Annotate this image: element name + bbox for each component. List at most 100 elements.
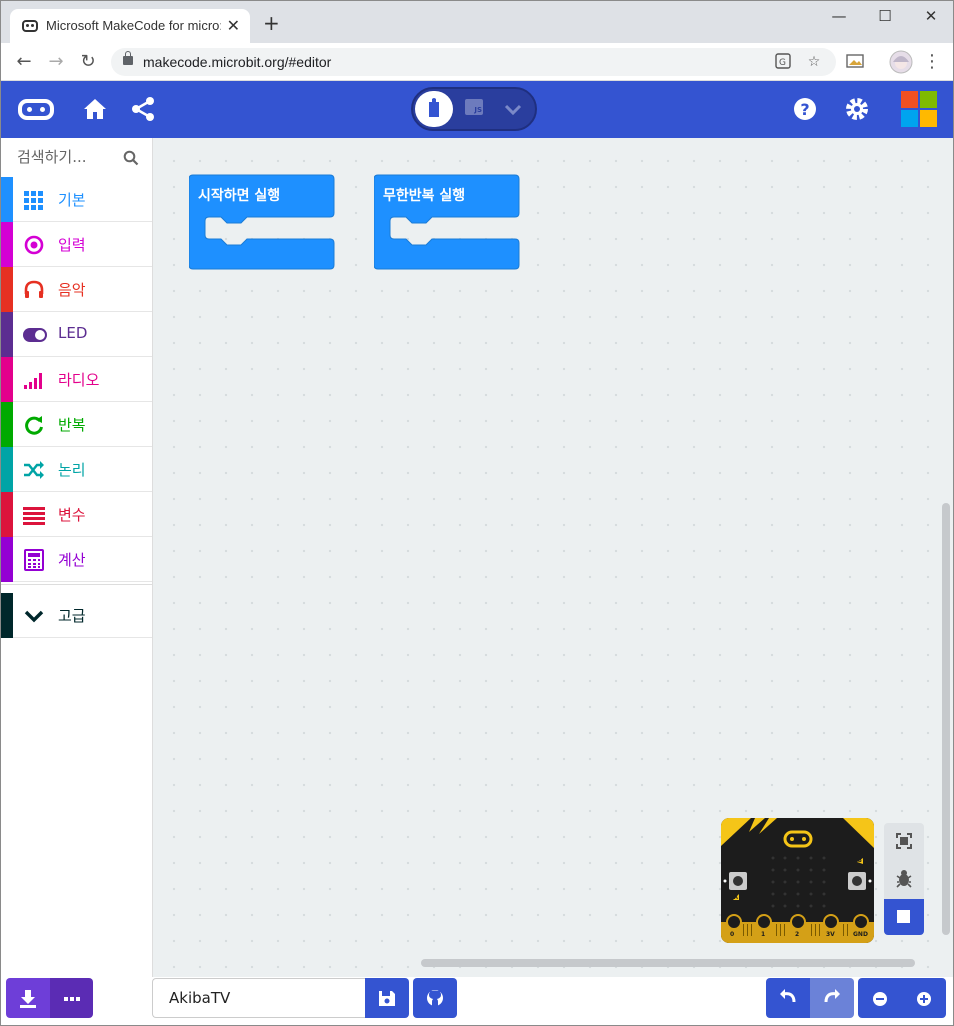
search-input[interactable] xyxy=(17,148,117,166)
browser-menu-icon[interactable]: ⋮ xyxy=(921,51,943,73)
button-b-label: B xyxy=(858,858,862,864)
browser-window: Microsoft MakeCode for micro:bit ✕ + — ☐… xyxy=(0,0,954,1026)
makecode-header: JS ? xyxy=(1,81,953,138)
target-icon xyxy=(24,235,44,255)
microbit-board-icon xyxy=(721,818,874,943)
zoom-out-icon xyxy=(873,992,887,1006)
on-start-block[interactable]: 시작하면 실행 xyxy=(188,174,335,270)
category-advanced[interactable]: 고급 xyxy=(1,593,152,638)
category-led[interactable]: LED xyxy=(1,312,152,357)
button-a-label: A xyxy=(734,895,738,901)
toggle-icon xyxy=(23,328,47,342)
list-icon xyxy=(23,507,45,525)
microsoft-logo-icon[interactable] xyxy=(901,91,937,127)
sidebar-divider xyxy=(1,584,152,588)
close-window-button[interactable]: ✕ xyxy=(908,7,953,27)
url-text: makecode.microbit.org/#editor xyxy=(143,54,332,70)
category-math[interactable]: 계산 xyxy=(1,537,152,582)
reload-button[interactable]: ↻ xyxy=(77,51,99,73)
address-bar[interactable]: makecode.microbit.org/#editor G ☆ xyxy=(111,48,836,76)
redo-button[interactable] xyxy=(810,978,854,1018)
refresh-icon xyxy=(25,416,43,435)
toolbox-sidebar: 기본 입력 음악 LED 라디오 반복 xyxy=(1,138,153,977)
browser-tab[interactable]: Microsoft MakeCode for micro:bit ✕ xyxy=(10,9,250,43)
zoom-in-button[interactable] xyxy=(902,978,946,1018)
category-label: 논리 xyxy=(58,461,86,479)
tab-close-icon[interactable]: ✕ xyxy=(227,16,240,35)
debug-bug-icon[interactable] xyxy=(884,861,924,897)
bottom-bar xyxy=(1,977,953,1025)
category-music[interactable]: 음악 xyxy=(1,267,152,312)
svg-text:?: ? xyxy=(800,100,809,119)
editor-toggle: JS xyxy=(411,87,537,131)
search-icon[interactable] xyxy=(123,150,139,166)
download-icon xyxy=(20,990,36,1008)
block-label: 시작하면 실행 xyxy=(198,188,281,204)
translate-icon[interactable]: G xyxy=(774,53,792,71)
share-icon[interactable] xyxy=(130,96,158,124)
browser-toolbar: ← → ↻ makecode.microbit.org/#editor G ☆ … xyxy=(1,43,953,81)
category-input[interactable]: 입력 xyxy=(1,222,152,267)
help-icon[interactable]: ? xyxy=(792,96,820,124)
more-options-button[interactable] xyxy=(50,978,93,1018)
category-label: 입력 xyxy=(58,236,86,254)
zoom-out-button[interactable] xyxy=(858,978,902,1018)
category-label: 고급 xyxy=(58,607,86,625)
js-icon[interactable]: JS xyxy=(465,99,483,115)
category-basic[interactable]: 기본 xyxy=(1,177,152,222)
workspace-horizontal-scrollbar[interactable] xyxy=(421,959,915,967)
undo-icon xyxy=(780,989,796,1003)
category-label: 라디오 xyxy=(58,371,100,389)
extension-icon[interactable] xyxy=(846,53,864,73)
microbit-favicon-icon xyxy=(22,20,38,32)
category-label: 음악 xyxy=(58,281,86,299)
back-button[interactable]: ← xyxy=(13,51,35,73)
category-logic[interactable]: 논리 xyxy=(1,447,152,492)
maximize-button[interactable]: ☐ xyxy=(862,7,908,27)
pin-label-2: 2 xyxy=(795,931,800,938)
save-button[interactable] xyxy=(365,978,409,1018)
lock-icon xyxy=(123,51,133,65)
category-label: 기본 xyxy=(58,191,86,209)
pin-label-gnd: GND xyxy=(853,931,868,938)
workspace-vertical-scrollbar[interactable] xyxy=(942,503,950,935)
gear-icon[interactable] xyxy=(844,96,872,124)
block-label: 무한반복 실행 xyxy=(383,188,466,204)
pin-label-1: 1 xyxy=(761,931,766,938)
fullscreen-icon[interactable] xyxy=(884,823,924,859)
category-radio[interactable]: 라디오 xyxy=(1,357,152,402)
forever-block[interactable]: 무한반복 실행 xyxy=(373,174,520,270)
github-button[interactable] xyxy=(413,978,457,1018)
minimize-button[interactable]: — xyxy=(816,7,862,27)
browser-titlebar: Microsoft MakeCode for micro:bit ✕ + — ☐… xyxy=(1,1,953,43)
profile-avatar[interactable] xyxy=(889,50,913,78)
signal-icon xyxy=(24,373,42,389)
chevron-down-icon[interactable] xyxy=(503,99,523,123)
redo-icon xyxy=(824,989,840,1003)
category-label: 반복 xyxy=(58,416,86,434)
category-label: LED xyxy=(58,324,88,342)
shuffle-icon xyxy=(24,461,44,479)
microbit-simulator[interactable]: 0 1 2 3V GND A B xyxy=(721,818,874,943)
calculator-icon xyxy=(24,549,44,571)
tab-title: Microsoft MakeCode for micro:bit xyxy=(46,18,221,33)
stop-simulator-button[interactable] xyxy=(884,899,924,935)
toolbox-search xyxy=(1,138,152,178)
chevron-down-icon xyxy=(24,610,44,623)
microbit-logo-icon[interactable] xyxy=(18,99,54,120)
grid-icon xyxy=(24,191,43,210)
forward-button[interactable]: → xyxy=(45,51,67,73)
download-button[interactable] xyxy=(6,978,50,1018)
pin-label-0: 0 xyxy=(730,931,735,938)
category-loops[interactable]: 반복 xyxy=(1,402,152,447)
undo-button[interactable] xyxy=(766,978,810,1018)
blocks-toggle-button[interactable] xyxy=(415,91,453,127)
bookmark-star-icon[interactable]: ☆ xyxy=(805,53,823,71)
project-name-input[interactable] xyxy=(152,978,365,1018)
category-variables[interactable]: 변수 xyxy=(1,492,152,537)
svg-text:G: G xyxy=(779,58,786,68)
home-icon[interactable] xyxy=(82,96,110,124)
new-tab-button[interactable]: + xyxy=(263,13,280,33)
save-icon xyxy=(379,991,395,1006)
headphones-icon xyxy=(24,280,44,298)
